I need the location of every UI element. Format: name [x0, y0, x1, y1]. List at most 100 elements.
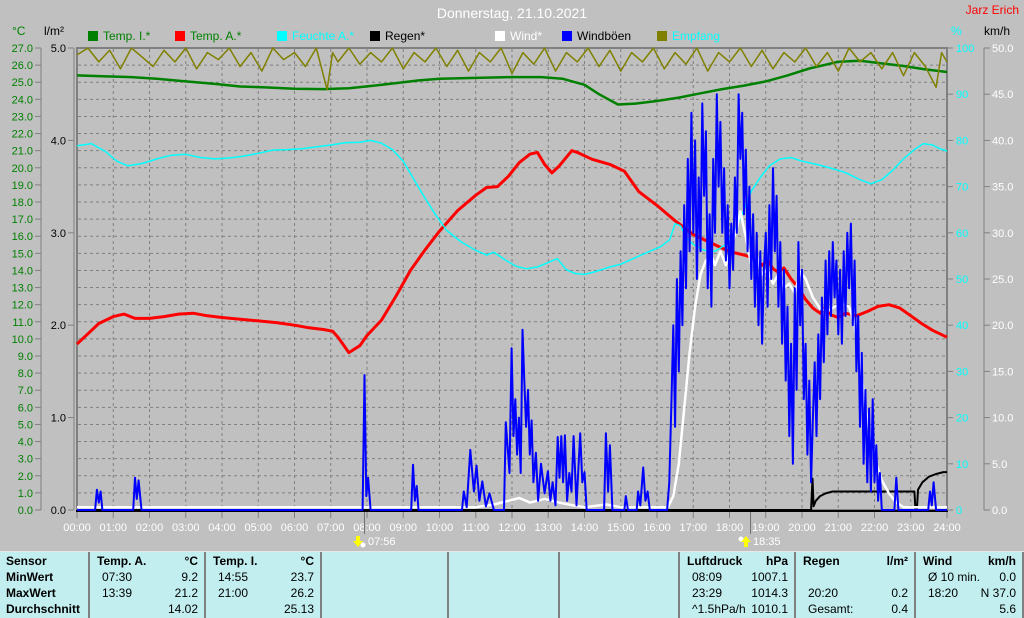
degc-tick-label: 14.0 [12, 265, 33, 277]
degc-tick-label: 3.0 [18, 454, 33, 466]
table-row-label: Durchschnitt [6, 602, 81, 616]
column-header: Luftdruck [687, 554, 743, 568]
cell-value: 1007.1 [751, 570, 788, 584]
degc-tick-label: 26.0 [12, 60, 33, 72]
degc-tick-label: 6.0 [18, 402, 33, 414]
x-tick-label: 20:00 [788, 522, 816, 534]
cell-value: 26.2 [290, 586, 314, 600]
x-tick-label: 03:00 [172, 522, 200, 534]
degc-tick-label: 5.0 [18, 419, 33, 431]
chart-canvas: 0.0 1.0 2.0 3.0 4.0 5.0 6.0 7.0 8.0 9.0 10.0 11.0 12… [12, 43, 1013, 534]
x-tick-label: 23:00 [897, 522, 925, 534]
degc-tick-label: 12.0 [12, 300, 33, 312]
degc-tick-label: 15.0 [12, 248, 33, 260]
degc-tick-label: 4.0 [18, 437, 33, 449]
degc-tick-label: 8.0 [18, 368, 33, 380]
lm2-tick-label: 5.0 [51, 43, 66, 55]
x-tick-label: 24:00 [933, 522, 961, 534]
column-header: Wind [923, 554, 953, 568]
column-unit: km/h [987, 554, 1016, 568]
cell-time: 08:09 [692, 570, 723, 584]
table-column-empty [320, 552, 447, 618]
pct-tick-label: 100 [956, 43, 974, 55]
cell-value: 21.2 [174, 586, 198, 600]
cell-time: ^1.5hPa/h [692, 602, 746, 616]
lm2-tick-label: 0.0 [51, 505, 66, 517]
series-temp_a-line [75, 149, 948, 355]
column-unit: hPa [765, 554, 788, 568]
degc-tick-label: 9.0 [18, 351, 33, 363]
pct-tick-label: 20 [956, 413, 968, 425]
x-tick-label: 08:00 [353, 522, 381, 534]
cell-time: Ø 10 min. [928, 570, 981, 584]
cell-time: 18:20 [928, 586, 959, 600]
sunset-icon [738, 536, 751, 547]
pct-tick-label: 80 [956, 135, 968, 147]
pct-tick-label: 0 [956, 505, 962, 517]
stats-table: Sensor MinWert MaxWert Durchschnitt Temp. A.… [0, 551, 1024, 618]
x-tick-label: 18:00 [716, 522, 744, 534]
x-tick-label: 19:00 [752, 522, 780, 534]
cell-value: 5.6 [999, 602, 1016, 616]
degc-tick-label: 10.0 [12, 334, 33, 346]
table-label-column: Sensor MinWert MaxWert Durchschnitt [0, 552, 88, 618]
cell-value: 1014.3 [751, 586, 788, 600]
degc-tick-label: 22.0 [12, 129, 33, 141]
sunrise-marker: 07:56 [353, 535, 396, 548]
degc-tick-label: 19.0 [12, 180, 33, 192]
kmh-tick-label: 0.0 [992, 505, 1007, 517]
cell-time: 07:30 [102, 570, 133, 584]
sunset-marker: 18:35 [738, 535, 781, 548]
x-tick-label: 11:00 [462, 522, 489, 534]
x-tick-label: 09:00 [389, 522, 417, 534]
table-column-regen: Regen l/m² 20:20 0.2 Gesamt: 0.4 [794, 552, 914, 618]
lm2-tick-label: 3.0 [51, 228, 66, 240]
cell-value: 25.13 [283, 602, 314, 616]
cell-value: N 37.0 [980, 586, 1016, 600]
sunrise-time: 07:56 [368, 535, 396, 548]
x-tick-label: 16:00 [643, 522, 671, 534]
degc-tick-label: 7.0 [18, 385, 33, 397]
degc-tick-label: 2.0 [18, 471, 33, 483]
degc-tick-label: 11.0 [12, 317, 33, 329]
degc-tick-label: 23.0 [12, 111, 33, 123]
x-tick-label: 00:00 [63, 522, 91, 534]
kmh-tick-label: 5.0 [992, 459, 1007, 471]
column-unit: l/m² [886, 554, 908, 568]
cell-time: 23:29 [692, 586, 723, 600]
table-row-label: MinWert [6, 570, 54, 584]
column-unit: °C [300, 554, 314, 568]
cell-value: 0.4 [891, 602, 908, 616]
kmh-tick-label: 10.0 [992, 413, 1013, 425]
kmh-tick-label: 25.0 [992, 274, 1013, 286]
degc-tick-label: 24.0 [12, 94, 33, 106]
x-tick-label: 13:00 [534, 522, 562, 534]
table-column-empty [558, 552, 678, 618]
cell-value: 0.2 [891, 586, 908, 600]
x-tick-label: 01:00 [99, 522, 127, 534]
degc-tick-label: 1.0 [18, 488, 33, 500]
degc-tick-label: 20.0 [12, 163, 33, 175]
table-column-empty [447, 552, 558, 618]
table-row-label: MaxWert [6, 586, 56, 600]
table-column-temp-i-: Temp. I. °C 14:55 23.7 21:00 26.2 25.13 [204, 552, 320, 618]
kmh-tick-label: 35.0 [992, 182, 1013, 194]
column-unit: °C [184, 554, 198, 568]
kmh-tick-label: 20.0 [992, 320, 1013, 332]
pct-tick-label: 50 [956, 274, 968, 286]
degc-tick-label: 13.0 [12, 283, 33, 295]
pct-tick-label: 30 [956, 366, 968, 378]
lm2-tick-label: 2.0 [51, 320, 66, 332]
cell-time: 14:55 [218, 570, 249, 584]
degc-tick-label: 16.0 [12, 231, 33, 243]
table-column-luftdruck: Luftdruck hPa 08:09 1007.1 23:29 1014.3 ^1.5hP… [678, 552, 794, 618]
column-header: Temp. I. [213, 554, 258, 568]
kmh-tick-label: 45.0 [992, 89, 1013, 101]
pct-tick-label: 90 [956, 89, 968, 101]
weather-app-screen: Donnerstag, 21.10.2021 Jarz Erich °C l/m… [0, 0, 1024, 618]
kmh-tick-label: 30.0 [992, 228, 1013, 240]
column-header: Temp. A. [97, 554, 147, 568]
sunset-time: 18:35 [753, 535, 781, 548]
x-tick-label: 17:00 [679, 522, 707, 534]
pct-tick-label: 70 [956, 182, 968, 194]
